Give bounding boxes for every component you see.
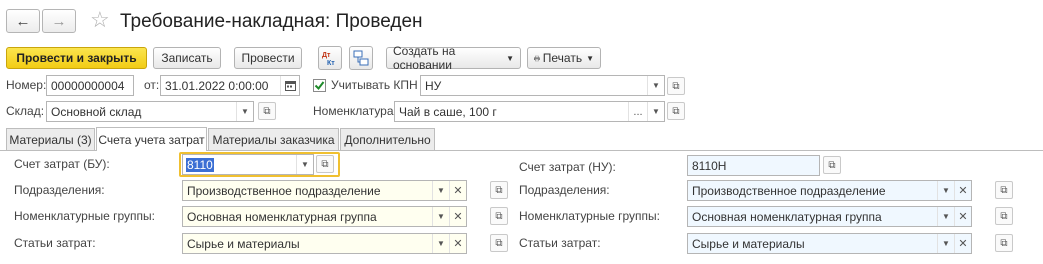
open-icon[interactable]: ⧉ — [995, 207, 1013, 225]
forward-button[interactable]: → — [42, 9, 76, 33]
clear-icon[interactable]: ✕ — [954, 181, 971, 200]
structure-button[interactable] — [349, 46, 373, 70]
dt-kt-button[interactable]: Дт Кт — [318, 46, 342, 70]
nomenclature-field[interactable]: Чай в саше, 100 г ... ▼ — [394, 101, 665, 122]
svg-text:Кт: Кт — [327, 60, 335, 67]
bu-division-value: Производственное подразделение — [187, 183, 381, 198]
bu-account-label: Счет затрат (БУ): — [14, 157, 110, 171]
open-icon[interactable]: ⧉ — [316, 155, 334, 173]
arrow-left-icon: ← — [15, 12, 31, 30]
warehouse-label: Склад: — [6, 104, 45, 118]
chevron-down-icon[interactable]: ▼ — [647, 76, 664, 95]
nu-group-value: Основная номенклатурная группа — [692, 209, 882, 224]
nu-items-field[interactable]: Сырье и материалы ▼ ✕ — [687, 233, 972, 254]
create-based-on-button[interactable]: Создать на основании ▼ — [386, 44, 521, 72]
open-icon[interactable]: ⧉ — [490, 207, 508, 225]
chevron-down-icon[interactable]: ▼ — [432, 207, 449, 226]
tab-cost-accounts[interactable]: Счета учета затрат — [96, 127, 207, 151]
kpn-value: НУ — [425, 78, 442, 93]
clear-icon[interactable]: ✕ — [449, 207, 466, 226]
tab-customer-materials[interactable]: Материалы заказчика — [208, 128, 339, 150]
write-button[interactable]: Записать — [153, 47, 221, 69]
document-structure-icon — [353, 50, 369, 66]
kpn-field[interactable]: НУ ▼ — [420, 75, 665, 96]
bu-items-value: Сырье и материалы — [187, 236, 300, 251]
create-based-on-label: Создать на основании — [393, 44, 456, 72]
chevron-down-icon[interactable]: ▼ — [647, 102, 664, 121]
open-icon[interactable]: ⧉ — [490, 234, 508, 252]
svg-text:Дт: Дт — [322, 52, 331, 59]
star-icon[interactable]: ☆ — [90, 8, 110, 32]
chevron-down-icon[interactable]: ▼ — [432, 234, 449, 253]
bu-group-field[interactable]: Основная номенклатурная группа ▼ ✕ — [182, 206, 467, 227]
warehouse-field[interactable]: Основной склад ▼ — [46, 101, 254, 122]
nu-account-value: 8110Н — [692, 158, 727, 173]
post-button[interactable]: Провести — [234, 47, 302, 69]
warehouse-value: Основной склад — [51, 104, 142, 119]
dt-kt-icon: Дт Кт — [322, 52, 335, 67]
open-icon[interactable]: ⧉ — [667, 102, 685, 120]
nomenclature-label: Номенклатура: — [313, 104, 397, 118]
calendar-icon[interactable] — [280, 76, 299, 95]
clear-icon[interactable]: ✕ — [954, 234, 971, 253]
bu-account-value: 8110 — [186, 157, 214, 172]
bu-account-field[interactable]: 8110 ▼ — [182, 154, 314, 175]
bu-group-label: Номенклатурные группы: — [14, 209, 155, 223]
chevron-down-icon[interactable]: ▼ — [236, 102, 253, 121]
chevron-down-icon: ▼ — [506, 53, 514, 63]
back-button[interactable]: ← — [6, 9, 40, 33]
nu-division-value: Производственное подразделение — [692, 183, 886, 198]
kpn-checkbox[interactable] — [313, 79, 326, 92]
open-icon[interactable]: ⧉ — [258, 102, 276, 120]
bu-items-label: Статьи затрат: — [14, 236, 96, 250]
number-field[interactable]: 00000000004 — [46, 75, 134, 96]
chevron-down-icon[interactable]: ▼ — [937, 234, 954, 253]
chevron-down-icon[interactable]: ▼ — [432, 181, 449, 200]
nomenclature-value: Чай в саше, 100 г — [399, 104, 497, 119]
arrow-right-icon: → — [51, 12, 67, 30]
chevron-down-icon[interactable]: ▼ — [937, 181, 954, 200]
open-icon[interactable]: ⧉ — [667, 77, 685, 95]
date-field[interactable]: 31.01.2022 0:00:00 — [160, 75, 300, 96]
chevron-down-icon[interactable]: ▼ — [296, 155, 313, 174]
chevron-down-icon[interactable]: ▼ — [937, 207, 954, 226]
tab-materials[interactable]: Материалы (3) — [6, 128, 95, 150]
nu-items-value: Сырье и материалы — [692, 236, 805, 251]
date-value: 31.01.2022 0:00:00 — [165, 78, 269, 93]
post-and-close-button[interactable]: Провести и закрыть — [6, 47, 147, 69]
tab-additional[interactable]: Дополнительно — [340, 128, 435, 150]
nu-account-label: Счет затрат (НУ): — [519, 160, 616, 174]
chevron-down-icon: ▼ — [586, 53, 594, 63]
bu-items-field[interactable]: Сырье и материалы ▼ ✕ — [182, 233, 467, 254]
nu-group-label: Номенклатурные группы: — [519, 209, 660, 223]
bu-group-value: Основная номенклатурная группа — [187, 209, 377, 224]
nu-division-label: Подразделения: — [519, 183, 610, 197]
bu-division-label: Подразделения: — [14, 183, 105, 197]
clear-icon[interactable]: ✕ — [449, 181, 466, 200]
printer-icon — [534, 55, 540, 61]
nu-items-label: Статьи затрат: — [519, 236, 601, 250]
nu-account-field[interactable]: 8110Н — [687, 155, 820, 176]
date-label: от: — [144, 78, 160, 92]
nu-group-field[interactable]: Основная номенклатурная группа ▼ ✕ — [687, 206, 972, 227]
nu-division-field[interactable]: Производственное подразделение ▼ ✕ — [687, 180, 972, 201]
bu-account-value-wrap: 8110 — [183, 157, 296, 172]
open-icon[interactable]: ⧉ — [823, 156, 841, 174]
number-value: 00000000004 — [51, 78, 125, 93]
number-label: Номер: — [6, 78, 47, 92]
ellipsis-icon[interactable]: ... — [628, 102, 647, 121]
open-icon[interactable]: ⧉ — [490, 181, 508, 199]
print-button[interactable]: Печать ▼ — [527, 47, 601, 69]
page-title: Требование-накладная: Проведен — [120, 11, 423, 32]
kpn-label: Учитывать КПН — [331, 78, 418, 92]
clear-icon[interactable]: ✕ — [449, 234, 466, 253]
print-label: Печать — [542, 51, 583, 65]
bu-division-field[interactable]: Производственное подразделение ▼ ✕ — [182, 180, 467, 201]
open-icon[interactable]: ⧉ — [995, 234, 1013, 252]
checkmark-icon — [314, 81, 325, 91]
open-icon[interactable]: ⧉ — [995, 181, 1013, 199]
clear-icon[interactable]: ✕ — [954, 207, 971, 226]
